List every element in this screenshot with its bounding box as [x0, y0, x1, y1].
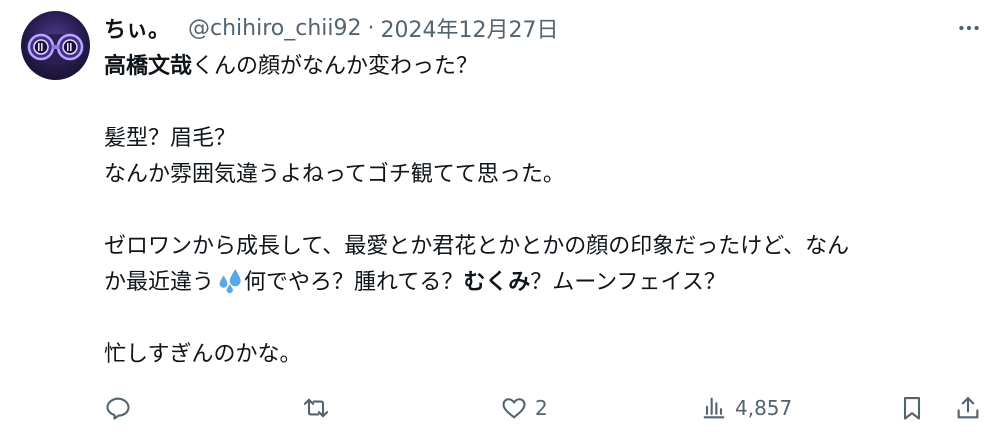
- share-button[interactable]: [954, 388, 982, 428]
- avatar[interactable]: [21, 11, 90, 80]
- tweet-text: 高橋文哉くんの顔がなんか変わった？ 髪型？眉毛？ なんか雰囲気違うよねってゴチ観…: [104, 49, 984, 373]
- tweet-line-text: か最近違う: [104, 270, 215, 295]
- tweet-line: ゼロワンから成長して、最愛とか君花とかとかの顔の印象だったけど、なん: [104, 229, 984, 265]
- reply-button[interactable]: [104, 388, 139, 428]
- tweet-date[interactable]: 2024年12月27日: [381, 12, 559, 44]
- user-handle[interactable]: @chihiro_chii92: [188, 16, 362, 41]
- tweet-actions: 2 4,857: [104, 388, 984, 428]
- heart-icon: [502, 398, 526, 419]
- bookmark-button[interactable]: [898, 388, 926, 428]
- like-button[interactable]: 2: [500, 388, 548, 428]
- tweet-line: か最近違う 何でやろ？腫れてる？むくみ？ムーンフェイス？: [104, 265, 984, 301]
- share-icon: [957, 397, 979, 419]
- tweet-line: 髪型？眉毛？: [104, 121, 984, 157]
- more-button[interactable]: [954, 13, 984, 43]
- avatar-goggles-image: [25, 33, 86, 62]
- mention-name: 高橋文哉: [104, 54, 193, 79]
- tweet-line: 高橋文哉くんの顔がなんか変わった？: [104, 49, 984, 85]
- tweet-line-text: 何でやろ？腫れてる？: [244, 270, 464, 295]
- bold-word: むくみ: [463, 270, 531, 295]
- tweet-line: 忙しすぎんのかな。: [104, 337, 984, 373]
- more-icon: [959, 25, 979, 31]
- reply-icon: [106, 397, 130, 420]
- tweet-line-text: くんの顔がなんか変わった？: [192, 54, 479, 79]
- like-count: 2: [535, 396, 548, 420]
- tweet-header: ちぃ。 @chihiro_chii92 · 2024年12月27日: [104, 11, 559, 45]
- sweat-droplets-emoji: [219, 269, 241, 294]
- views-icon: [703, 397, 725, 419]
- views-count: 4,857: [735, 396, 793, 420]
- bookmark-icon: [903, 397, 921, 420]
- tweet-line: なんか雰囲気違うよねってゴチ観てて思った。: [104, 157, 984, 193]
- tweet-line-text: なんか雰囲気違うよねってゴチ観てて思った。: [104, 162, 565, 187]
- display-name[interactable]: ちぃ。: [104, 12, 170, 44]
- retweet-button[interactable]: [302, 388, 337, 428]
- tweet-line-text: 髪型？眉毛？: [104, 126, 237, 151]
- header-separator: ·: [367, 15, 375, 41]
- retweet-icon: [303, 398, 329, 418]
- tweet-line-text: 忙しすぎんのかな。: [104, 342, 302, 367]
- tweet-line-text: ？ムーンフェイス？: [530, 270, 726, 295]
- tweet-line-text: ゼロワンから成長して、最愛とか君花とかとかの顔の印象だったけど、なん: [104, 234, 850, 259]
- views-button[interactable]: 4,857: [700, 388, 792, 428]
